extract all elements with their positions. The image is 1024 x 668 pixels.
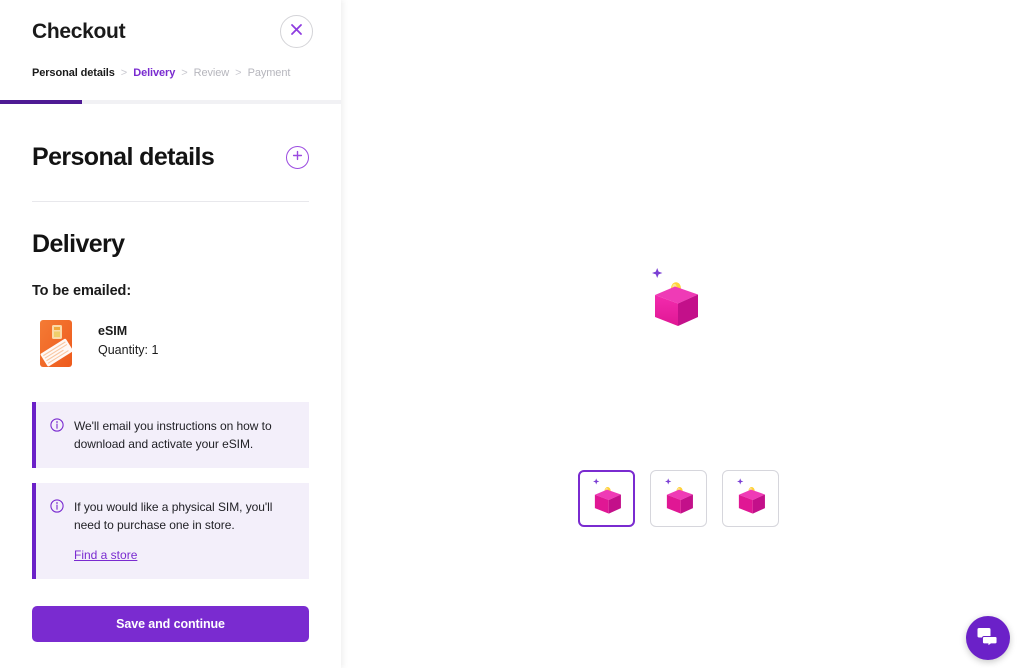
checkout-panel: Checkout Personal details > Delivery > R… <box>0 0 341 668</box>
close-icon <box>289 22 304 42</box>
personal-details-heading: Personal details <box>32 143 215 171</box>
chat-bubbles-icon <box>977 626 999 651</box>
breadcrumb: Personal details > Delivery > Review > P… <box>32 67 311 79</box>
personal-details-header[interactable]: Personal details <box>32 143 309 172</box>
thumbnail-strip <box>578 470 779 527</box>
breadcrumb-item-personal-details[interactable]: Personal details <box>32 67 115 79</box>
title-row: Checkout <box>32 15 313 48</box>
section-delivery: Delivery To be emailed: eSIM Quantity: 1… <box>32 202 309 642</box>
page-title: Checkout <box>32 20 126 43</box>
pink-box-product-image <box>587 476 627 521</box>
pink-box-product-image <box>659 476 699 521</box>
product-name: eSIM <box>98 324 128 338</box>
pink-box-product-image <box>642 264 708 330</box>
to-be-emailed-label: To be emailed: <box>32 283 132 299</box>
progress-bar-fill <box>0 100 82 104</box>
checkout-page: Checkout Personal details > Delivery > R… <box>0 0 1024 668</box>
plus-circle-icon <box>291 149 304 167</box>
chat-widget-button[interactable] <box>966 616 1010 660</box>
info-circle-icon <box>50 499 64 564</box>
product-thumbnail-2[interactable] <box>650 470 707 527</box>
info-body: If you would like a physical SIM, you'll… <box>74 498 295 564</box>
progress-bar-track <box>0 100 341 104</box>
breadcrumb-separator: > <box>181 67 188 79</box>
info-text: We'll email you instructions on how to d… <box>74 419 272 451</box>
panel-header: Checkout Personal details > Delivery > R… <box>0 0 341 101</box>
find-a-store-link[interactable]: Find a store <box>74 548 137 562</box>
close-button[interactable] <box>280 15 313 48</box>
info-box-email-instructions: We'll email you instructions on how to d… <box>32 402 309 468</box>
info-text: If you would like a physical SIM, you'll… <box>74 500 273 532</box>
section-personal-details: Personal details <box>32 101 309 202</box>
product-stage <box>341 0 1024 668</box>
breadcrumb-item-review[interactable]: Review <box>194 67 230 79</box>
breadcrumb-item-payment[interactable]: Payment <box>248 67 291 79</box>
product-thumbnail-3[interactable] <box>722 470 779 527</box>
breadcrumb-separator: > <box>120 67 128 79</box>
panel-body: Personal details Delivery To be emailed: <box>0 101 341 642</box>
pink-box-product-image <box>731 476 771 521</box>
save-and-continue-button[interactable]: Save and continue <box>32 606 309 642</box>
breadcrumb-item-delivery[interactable]: Delivery <box>133 67 175 79</box>
info-circle-icon <box>50 418 64 453</box>
product-quantity: Quantity: 1 <box>98 343 159 357</box>
expand-personal-details-button[interactable] <box>286 146 309 169</box>
product-thumbnail-1[interactable] <box>578 470 635 527</box>
delivery-heading: Delivery <box>32 230 125 258</box>
delivery-product-row: eSIM Quantity: 1 <box>32 317 309 370</box>
breadcrumb-separator: > <box>235 67 242 79</box>
sim-card-icon <box>40 317 78 370</box>
info-box-physical-sim: If you would like a physical SIM, you'll… <box>32 483 309 579</box>
product-info: eSIM Quantity: 1 <box>98 317 158 359</box>
